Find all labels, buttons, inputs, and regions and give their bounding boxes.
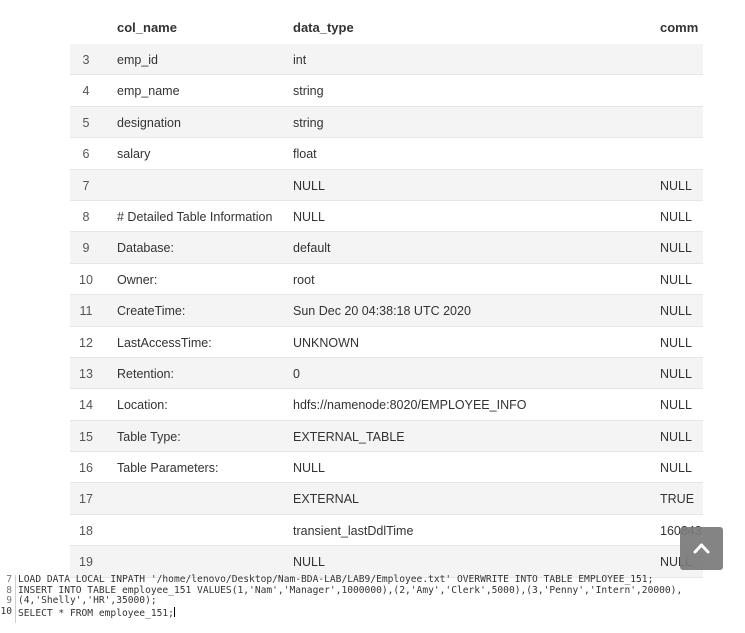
cell-col-name: Owner: [117,272,158,287]
row-index: 12 [79,335,93,350]
cell-col-name: Database: [117,241,174,256]
page: col_name data_type comm 3 emp_id int 4 emp_n… [0,0,745,633]
cell-comment: NULL [660,272,692,287]
column-header-col-name[interactable]: col_name [117,20,177,35]
query-editor[interactable]: 7 LOAD DATA LOCAL INPATH '/home/lenovo/De… [0,574,745,623]
cell-comment: NULL [660,429,692,444]
cell-comment: NULL [660,304,692,319]
row-index: 6 [82,147,90,162]
cell-comment: NULL [660,366,692,381]
cell-comment: NULL [660,461,692,476]
cell-col-name: salary [117,147,151,162]
table-row[interactable]: 8 # Detailed Table Information NULL NULL [70,201,703,233]
row-index: 15 [79,429,93,444]
editor-line[interactable]: 7 LOAD DATA LOCAL INPATH '/home/lenovo/De… [0,574,745,586]
cell-col-name: designation [117,115,181,130]
cell-col-name: Retention: [117,366,174,381]
cell-data-type: EXTERNAL [293,492,359,507]
cell-data-type: NULL [293,178,325,193]
cell-data-type: NULL [293,209,325,224]
cell-data-type: string [293,84,324,99]
cell-data-type: transient_lastDdlTime [293,523,414,538]
table-row[interactable]: 11 CreateTime: Sun Dec 20 04:38:18 UTC 202… [70,295,703,327]
column-header-comment[interactable]: comm [660,20,698,35]
row-index: 17 [79,492,93,507]
cell-data-type: NULL [293,461,325,476]
table-row[interactable]: 4 emp_name string [70,75,703,107]
line-text: (4,'Shelly','HR',35000); [18,595,157,606]
line-text: SELECT * FROM employee_151; [18,606,175,619]
cell-col-name: # Detailed Table Information [117,209,273,224]
table-row[interactable]: 3 emp_id int [70,44,703,76]
chevron-up-icon [693,543,710,554]
row-index: 11 [79,304,93,319]
table-row[interactable]: 18transient_lastDdlTime160843 [70,515,703,547]
row-index: 9 [82,241,90,256]
table-row[interactable]: 6 salary float [70,138,703,170]
table-row[interactable]: 5 designation string [70,106,703,139]
cell-col-name: LastAccessTime: [117,335,212,350]
column-header-data-type[interactable]: data_type [293,20,354,35]
row-index: 4 [82,84,90,99]
table-row[interactable]: 13 Retention: 0 NULL [70,357,703,390]
cell-data-type: Sun Dec 20 04:38:18 UTC 2020 [293,304,471,319]
cell-data-type: root [293,272,315,287]
cell-col-name: CreateTime: [117,304,186,319]
row-index: 7 [82,178,90,193]
row-index: 13 [79,366,93,381]
cell-col-name: emp_name [117,84,180,99]
row-index: 5 [82,115,90,130]
cell-data-type: UNKNOWN [293,335,359,350]
cell-comment: NULL [660,335,692,350]
cell-data-type: float [293,147,317,162]
table-row[interactable]: 9 Database: default NULL [70,232,703,264]
row-index: 19 [79,555,93,570]
table-row[interactable]: 16 Table Parameters: NULL NULL [70,452,703,484]
scroll-to-top-button[interactable] [680,527,723,570]
cell-data-type: 0 [293,366,300,381]
editor-line[interactable]: 9 (4,'Shelly','HR',35000); [0,595,745,607]
table-row[interactable]: 10 Owner: root NULL [70,264,703,296]
row-index: 10 [79,272,93,287]
cell-data-type: EXTERNAL_TABLE [293,429,405,444]
row-index: 14 [79,398,93,413]
line-number: 9 [6,595,12,606]
cell-col-name: Location: [117,398,168,413]
result-table: 3 emp_id int 4 emp_name string 5 designation str… [70,44,703,578]
table-row[interactable]: 14 Location: hdfs://namenode:8020/EMPLOYEE… [70,389,703,421]
cell-col-name: emp_id [117,53,158,67]
line-number: 10 [0,605,12,617]
cell-col-name: Table Parameters: [117,461,219,476]
cell-data-type: NULL [293,555,325,570]
row-index: 18 [79,523,93,538]
cell-data-type: default [293,241,331,256]
text-cursor [173,606,175,617]
table-row[interactable]: 15 Table Type: EXTERNAL_TABLE NULL [70,420,703,453]
table-row[interactable]: 12 LastAccessTime: UNKNOWN NULL [70,327,703,358]
cell-data-type: hdfs://namenode:8020/EMPLOYEE_INFO [293,398,527,413]
table-row[interactable]: 17 EXTERNAL TRUE [70,483,703,515]
cell-data-type: string [293,115,324,130]
line-text: LOAD DATA LOCAL INPATH '/home/lenovo/Des… [18,574,654,585]
cell-comment: NULL [660,398,692,413]
row-index: 8 [82,209,90,224]
table-row[interactable]: 19 NULL NULL [70,546,703,578]
cell-comment: NULL [660,178,692,193]
cell-col-name: Table Type: [117,429,181,444]
row-index: 16 [79,461,93,476]
cell-comment: NULL [660,241,692,256]
cell-data-type: int [293,53,307,67]
editor-line[interactable]: 10 SELECT * FROM employee_151; [0,605,745,619]
table-row[interactable]: 7 NULL NULL [70,169,703,201]
row-index: 3 [82,53,90,67]
line-number: 7 [6,574,12,585]
cell-comment: NULL [660,209,692,224]
cell-comment: TRUE [660,492,695,507]
